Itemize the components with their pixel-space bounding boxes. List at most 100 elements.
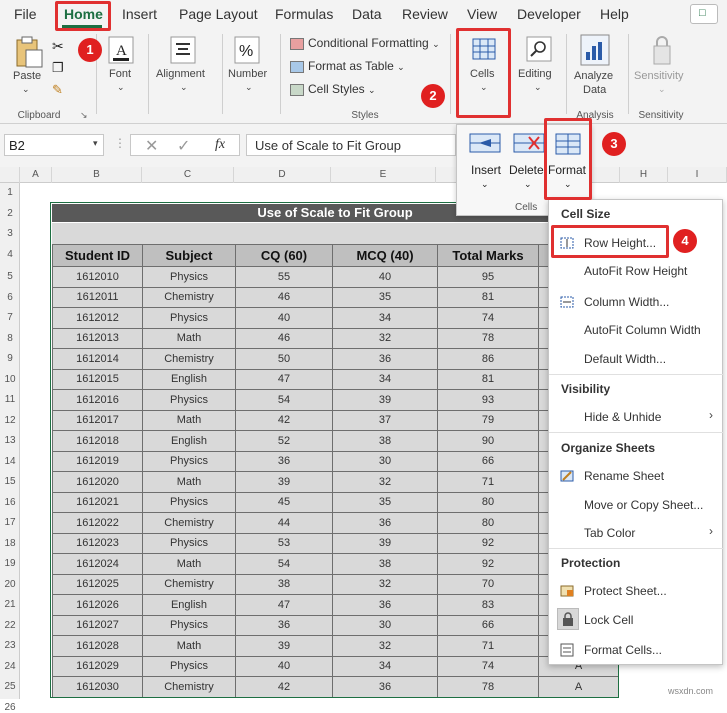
table-cell[interactable]: Math [142,553,236,575]
formula-input[interactable]: Use of Scale to Fit Group [246,134,456,156]
autofit-column-width-item[interactable]: AutoFit Column Width [584,323,701,337]
menu-home[interactable]: Home [64,6,103,22]
table-cell[interactable]: 70 [437,573,539,595]
row-header[interactable]: 14 [0,456,20,467]
header-cell[interactable]: CQ (60) [235,244,333,267]
table-cell[interactable]: 30 [332,614,438,636]
table-cell[interactable]: 1612017 [52,409,143,431]
table-cell[interactable]: 40 [332,266,438,288]
table-cell[interactable]: 54 [235,389,333,411]
table-cell[interactable]: 32 [332,573,438,595]
rename-sheet-item[interactable]: Rename Sheet [584,469,664,483]
clipboard-launcher-icon[interactable]: ↘ [80,110,88,121]
table-cell[interactable]: 74 [437,655,539,677]
row-header[interactable]: 2 [0,208,20,219]
row-header[interactable]: 16 [0,497,20,508]
format-painter-icon[interactable]: ✎ [52,82,63,98]
row-header[interactable]: 6 [0,292,20,303]
table-cell[interactable]: Physics [142,614,236,636]
table-cell[interactable]: 1612019 [52,450,143,472]
select-all-corner[interactable] [0,167,20,183]
table-cell[interactable]: 40 [235,307,333,329]
table-cell[interactable]: 1612029 [52,655,143,677]
table-cell[interactable]: 71 [437,471,539,493]
table-cell[interactable]: 93 [437,389,539,411]
table-cell[interactable]: Chemistry [142,676,236,698]
table-cell[interactable]: 39 [332,389,438,411]
default-width-item[interactable]: Default Width... [584,352,666,366]
table-cell[interactable]: 1612021 [52,491,143,513]
table-cell[interactable]: 32 [332,471,438,493]
table-cell[interactable]: 1612018 [52,430,143,452]
table-cell[interactable]: Physics [142,491,236,513]
lock-cell-item[interactable]: Lock Cell [584,613,633,627]
column-width-item[interactable]: Column Width... [584,295,669,309]
header-cell[interactable]: MCQ (40) [332,244,438,267]
table-cell[interactable]: 71 [437,635,539,657]
enter-icon[interactable]: ✓ [177,136,190,156]
table-cell[interactable]: 1612022 [52,512,143,534]
row-header[interactable]: 12 [0,415,20,426]
row-header[interactable]: 5 [0,271,20,282]
column-header[interactable]: I [668,167,727,183]
number-chevron-icon[interactable]: ⌄ [245,82,253,93]
table-cell[interactable]: 1612023 [52,532,143,554]
insert-function-icon[interactable]: fx [215,137,225,153]
row-header[interactable]: 13 [0,435,20,446]
table-cell[interactable]: 36 [235,450,333,472]
table-cell[interactable]: 39 [235,635,333,657]
row-header[interactable]: 4 [0,249,20,260]
format-as-table-button[interactable]: Format as Table ⌄ [290,59,405,77]
table-cell[interactable]: 36 [332,348,438,370]
formula-bar-handle-icon[interactable]: ⋮ [114,136,126,150]
column-header[interactable]: B [52,167,142,183]
row-header[interactable]: 3 [0,228,20,239]
table-cell[interactable]: 1612014 [52,348,143,370]
row-header[interactable]: 15 [0,476,20,487]
column-header[interactable]: C [142,167,234,183]
delete-cells-icon[interactable] [513,133,545,153]
column-header[interactable]: A [20,167,52,183]
cells-chevron-icon[interactable]: ⌄ [480,82,488,93]
table-cell[interactable]: 78 [437,676,539,698]
table-cell[interactable]: 39 [235,471,333,493]
table-cell[interactable]: 92 [437,553,539,575]
table-cell[interactable]: 78 [437,327,539,349]
table-cell[interactable]: 80 [437,512,539,534]
table-cell[interactable]: 1612028 [52,635,143,657]
table-cell[interactable]: 38 [332,430,438,452]
table-cell[interactable]: 86 [437,348,539,370]
table-cell[interactable]: 95 [437,266,539,288]
table-cell[interactable]: Chemistry [142,512,236,534]
row-header[interactable]: 25 [0,681,20,692]
table-cell[interactable]: 36 [332,676,438,698]
table-cell[interactable]: 79 [437,409,539,431]
row-header[interactable]: 26 [0,702,20,713]
delete-chevron-icon[interactable]: ⌄ [524,179,532,190]
format-label[interactable]: Format [548,163,586,177]
table-cell[interactable]: 53 [235,532,333,554]
table-cell[interactable]: 44 [235,512,333,534]
table-cell[interactable]: 74 [437,307,539,329]
conditional-formatting-button[interactable]: Conditional Formatting ⌄ [290,36,440,54]
table-cell[interactable]: 55 [235,266,333,288]
table-cell[interactable]: 47 [235,368,333,390]
column-header[interactable]: D [234,167,331,183]
editing-icon[interactable] [526,36,552,62]
table-cell[interactable]: 1612026 [52,594,143,616]
table-cell[interactable]: Chemistry [142,286,236,308]
table-cell[interactable]: Physics [142,450,236,472]
table-cell[interactable]: Physics [142,307,236,329]
table-cell[interactable]: 40 [235,655,333,677]
column-header[interactable]: E [331,167,436,183]
editing-chevron-icon[interactable]: ⌄ [534,82,542,93]
header-cell[interactable]: Subject [142,244,236,267]
table-cell[interactable]: 83 [437,594,539,616]
format-chevron-icon[interactable]: ⌄ [564,179,572,190]
table-cell[interactable]: 38 [332,553,438,575]
row-header[interactable]: 21 [0,599,20,610]
menu-data[interactable]: Data [352,6,382,22]
table-cell[interactable]: 38 [235,573,333,595]
move-copy-sheet-item[interactable]: Move or Copy Sheet... [584,498,703,512]
table-cell[interactable]: 1612030 [52,676,143,698]
